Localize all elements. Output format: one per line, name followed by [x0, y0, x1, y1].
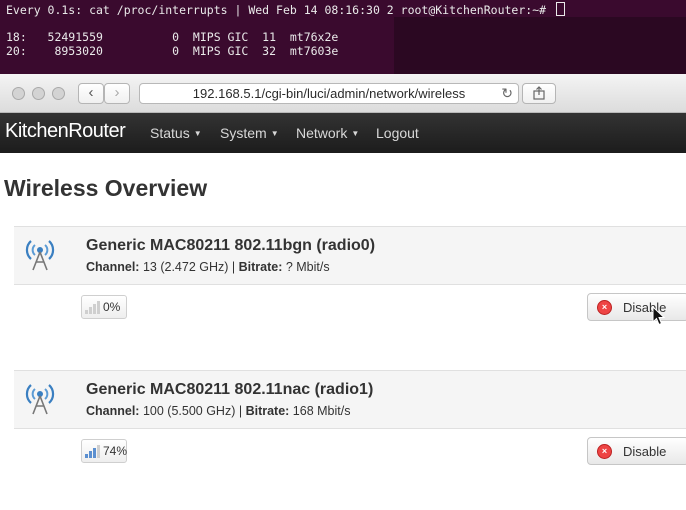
nav-status-label: Status [150, 125, 190, 141]
terminal-row: 20: 8953020 0 MIPS GIC 32 mt7603e [6, 44, 339, 58]
radio-info: Channel: 100 (5.500 GHz) | Bitrate: 168 … [86, 404, 350, 418]
caret-down-icon: ▼ [270, 129, 279, 138]
terminal-window: Every 0.1s: cat /proc/interrupts | Wed F… [0, 0, 686, 74]
radio-name: Generic MAC80211 802.11nac (radio1) [86, 381, 374, 398]
chevron-left-icon: ‹ [88, 84, 94, 101]
signal-bar [89, 307, 92, 314]
caret-down-icon: ▼ [193, 129, 202, 138]
antenna-icon [25, 240, 55, 271]
signal-percent: 74% [103, 444, 128, 458]
nav-network-label: Network [296, 125, 348, 141]
signal-strength-icon [85, 445, 100, 458]
disable-icon: × [597, 444, 612, 459]
disable-button[interactable]: × Disable [587, 437, 686, 465]
signal-strength-icon [85, 301, 100, 314]
channel-label: Channel: [86, 260, 140, 274]
bitrate-label: Bitrate: [238, 260, 283, 274]
chevron-right-icon: › [114, 84, 120, 101]
radio-section: Generic MAC80211 802.11nac (radio1) Chan… [0, 370, 686, 510]
share-button[interactable] [522, 83, 556, 104]
channel-value: 13 (2.472 GHz) | [139, 260, 239, 274]
terminal-cursor [555, 2, 565, 16]
zoom-window-icon[interactable] [52, 87, 65, 100]
signal-percent: 0% [103, 300, 121, 314]
bitrate-value: ? Mbit/s [282, 260, 330, 274]
forward-button[interactable]: › [104, 83, 130, 104]
signal-bar [93, 448, 96, 458]
minimize-window-icon[interactable] [32, 87, 45, 100]
brand-logo[interactable]: KitchenRouter [5, 120, 126, 143]
mouse-cursor-icon [652, 306, 666, 326]
terminal-row: 18: 52491559 0 MIPS GIC 11 mt76x2e [6, 30, 339, 44]
signal-bar [97, 301, 100, 314]
reload-icon[interactable]: ↻ [501, 85, 513, 102]
url-text: 192.168.5.1/cgi-bin/luci/admin/network/w… [192, 86, 466, 101]
caret-down-icon: ▼ [351, 129, 360, 138]
terminal-header-line: Every 0.1s: cat /proc/interrupts | Wed F… [6, 2, 565, 17]
signal-bar [93, 304, 96, 314]
disable-button[interactable]: × Disable [587, 293, 686, 321]
signal-badge: 0% [81, 295, 127, 319]
signal-badge: 74% [81, 439, 127, 463]
back-button[interactable]: ‹ [78, 83, 104, 104]
signal-bar [85, 310, 88, 314]
nav-status[interactable]: Status ▼ [150, 125, 202, 141]
nav-network[interactable]: Network ▼ [296, 125, 359, 141]
radio-info: Channel: 13 (2.472 GHz) | Bitrate: ? Mbi… [86, 260, 330, 274]
bitrate-label: Bitrate: [245, 404, 290, 418]
channel-label: Channel: [86, 404, 140, 418]
nav-system-label: System [220, 125, 267, 141]
nav-logout[interactable]: Logout [376, 125, 419, 141]
radio-header: Generic MAC80211 802.11bgn (radio0) Chan… [14, 226, 686, 285]
channel-value: 100 (5.500 GHz) | [139, 404, 246, 418]
bitrate-value: 168 Mbit/s [289, 404, 351, 418]
signal-bar [89, 451, 92, 458]
nav-system[interactable]: System ▼ [220, 125, 279, 141]
terminal-header-text: Every 0.1s: cat /proc/interrupts | Wed F… [6, 3, 553, 17]
close-window-icon[interactable] [12, 87, 25, 100]
address-bar[interactable]: 192.168.5.1/cgi-bin/luci/admin/network/w… [139, 83, 519, 104]
antenna-icon [25, 384, 55, 415]
radio-name: Generic MAC80211 802.11bgn (radio0) [86, 237, 376, 254]
disable-button-label: Disable [623, 444, 667, 459]
page-title: Wireless Overview [4, 175, 208, 201]
radio-header: Generic MAC80211 802.11nac (radio1) Chan… [14, 370, 686, 429]
disable-icon: × [597, 300, 612, 315]
browser-toolbar: ‹ › 192.168.5.1/cgi-bin/luci/admin/netwo… [0, 74, 686, 113]
top-navbar: KitchenRouter Status ▼ System ▼ Network ▼ L… [0, 113, 686, 153]
terminal-pane [394, 17, 686, 74]
signal-bar [85, 454, 88, 458]
signal-bar [97, 445, 100, 458]
radio-section: Generic MAC80211 802.11bgn (radio0) Chan… [0, 226, 686, 366]
share-icon [533, 86, 545, 100]
